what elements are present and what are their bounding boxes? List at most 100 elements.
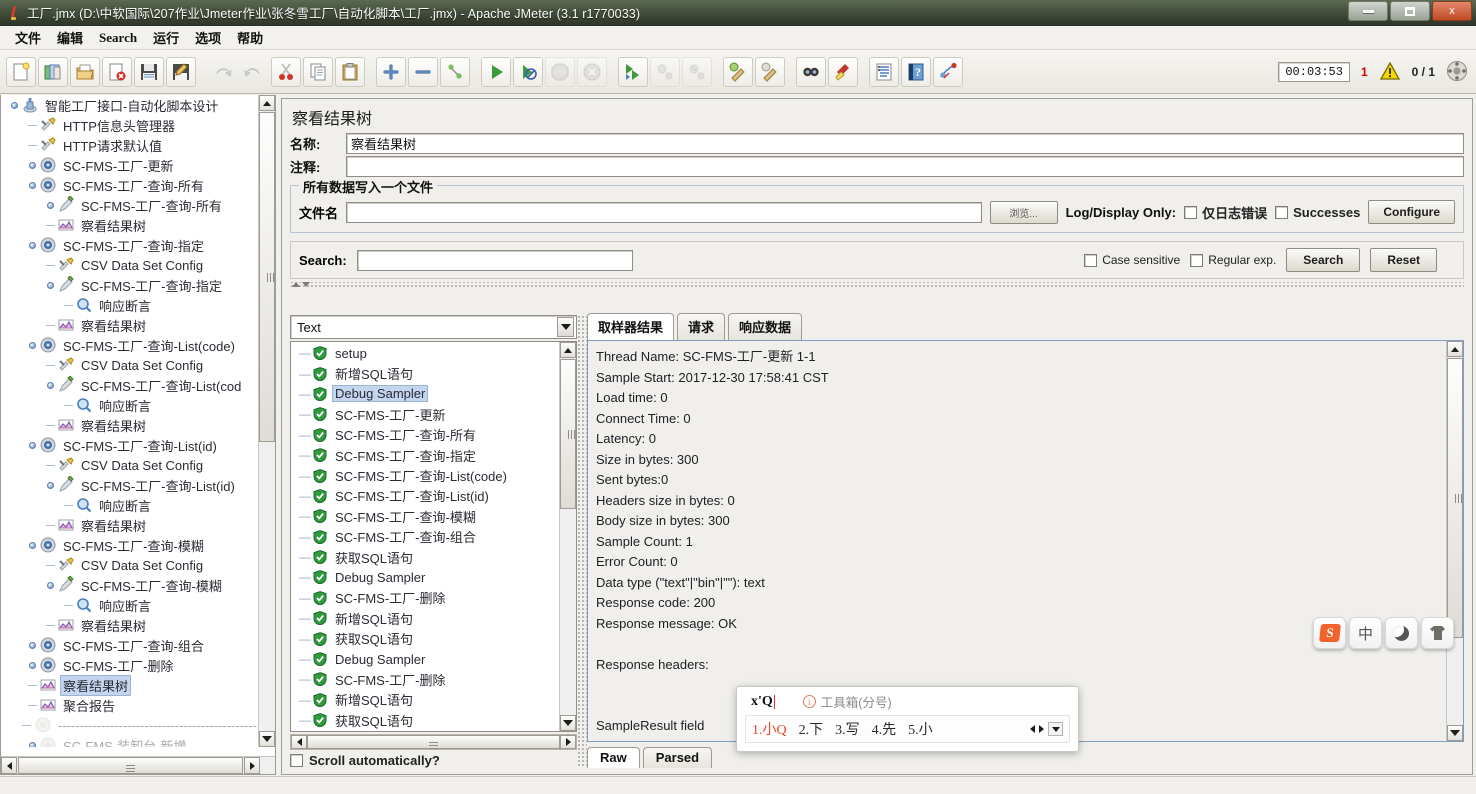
reset-button[interactable]: Reset <box>1370 248 1437 272</box>
result-list-item[interactable]: — SC-FMS-工厂-查询-模糊 <box>291 506 558 526</box>
test-plan-tree[interactable]: 智能工厂接口-自动化脚本设计 HTTP信息头管理器 HTTP请求默认值 SC-FMS-… <box>1 95 260 747</box>
tree-node[interactable]: 察看结果树 <box>1 415 260 435</box>
result-list-item[interactable]: — SC-FMS-工厂-删除 <box>291 588 558 608</box>
sample-result-list[interactable]: — setup — 新增SQL语句 — Debug Sampler — SC-FMS-工厂-更… <box>290 341 577 732</box>
ime-candidate-popup[interactable]: x'Q i 工具箱(分号) 1.小Q 2.下 3.写 4.先 5.小 <box>736 686 1079 752</box>
tree-toggle-handle[interactable] <box>25 435 39 455</box>
menu-run[interactable]: 运行 <box>145 26 187 49</box>
expand-icon[interactable] <box>376 56 406 87</box>
tree-node[interactable]: HTTP请求默认值 <box>1 135 260 155</box>
result-list-item[interactable]: — SC-FMS-工厂-查询-指定 <box>291 445 558 465</box>
ime-more-icon[interactable] <box>1048 722 1063 736</box>
help-icon[interactable]: ? <box>901 56 931 87</box>
paste-icon[interactable] <box>335 56 365 87</box>
tree-toggle-handle[interactable] <box>43 375 57 395</box>
tree-node[interactable]: SC-FMS-工厂-查询-指定 <box>1 235 260 255</box>
result-list-item[interactable]: — 获取SQL语句 <box>291 628 558 648</box>
vertical-splitter[interactable] <box>577 315 587 768</box>
minimize-button[interactable] <box>1348 1 1388 21</box>
menu-edit[interactable]: 编辑 <box>49 26 91 49</box>
tree-toggle-handle[interactable] <box>25 735 39 747</box>
search-reset-icon[interactable] <box>828 56 858 87</box>
result-list-item[interactable]: — Debug Sampler <box>291 649 558 669</box>
cut-icon[interactable] <box>271 56 301 87</box>
detail-vertical-scrollbar[interactable] <box>1446 341 1463 741</box>
tree-node[interactable]: SC-FMS-装卸台-新增 <box>1 735 260 747</box>
tree-node[interactable]: CSV Data Set Config <box>1 255 260 275</box>
results-hscroll-right-button[interactable] <box>560 735 576 749</box>
tree-horizontal-scrollbar[interactable] <box>1 756 275 774</box>
tree-node[interactable]: 察看结果树 <box>1 215 260 235</box>
tree-node[interactable]: SC-FMS-工厂-查询-所有 <box>1 195 260 215</box>
filename-input[interactable] <box>346 201 982 223</box>
name-input[interactable] <box>346 133 1464 154</box>
tree-toggle-handle[interactable] <box>25 155 39 175</box>
tree-node[interactable]: 智能工厂接口-自动化脚本设计 <box>1 95 260 115</box>
result-list-item[interactable]: — 获取SQL语句 <box>291 710 558 730</box>
results-horizontal-scrollbar[interactable] <box>290 734 577 750</box>
scroll-automatically-wrap[interactable]: Scroll automatically? <box>290 753 577 768</box>
browse-button[interactable]: 浏览... <box>989 200 1058 224</box>
collapse-icon[interactable] <box>408 56 438 87</box>
close-icon[interactable] <box>102 56 132 87</box>
ime-candidate-list[interactable]: 1.小Q 2.下 3.写 4.先 5.小 <box>745 715 1070 743</box>
menu-help[interactable]: 帮助 <box>229 26 271 49</box>
results-scroll-thumb[interactable] <box>560 359 576 509</box>
menu-file[interactable]: 文件 <box>7 26 49 49</box>
tree-node[interactable]: 响应断言 <box>1 395 260 415</box>
redo-icon[interactable] <box>239 57 269 87</box>
ime-candidate-4[interactable]: 4.先 <box>872 719 897 739</box>
thread-icon[interactable] <box>933 56 963 87</box>
detail-scroll-thumb[interactable] <box>1447 358 1463 638</box>
sogou-logo-icon[interactable]: S <box>1313 617 1346 649</box>
case-sensitive-checkbox[interactable] <box>1084 253 1098 267</box>
case-sensitive-wrap[interactable]: Case sensitive <box>1084 253 1180 267</box>
tree-node[interactable]: 聚合报告 <box>1 695 260 715</box>
tree-vertical-scrollbar[interactable] <box>258 95 275 747</box>
close-button[interactable]: x <box>1432 1 1472 21</box>
ime-candidate-1[interactable]: 1.小Q <box>752 719 787 739</box>
menu-search[interactable]: Search <box>91 28 145 48</box>
save-as-icon[interactable] <box>166 56 196 87</box>
result-list-item[interactable]: — setup <box>291 343 558 363</box>
tree-toggle-handle[interactable] <box>25 235 39 255</box>
tree-node[interactable]: SC-FMS-工厂-更新 <box>1 155 260 175</box>
tree-node[interactable]: SC-FMS-工厂-查询-组合 <box>1 635 260 655</box>
results-scroll-down-button[interactable] <box>560 715 576 731</box>
ime-page-nav[interactable] <box>1030 722 1063 736</box>
skin-icon[interactable] <box>1421 617 1454 649</box>
tab-parsed[interactable]: Parsed <box>642 747 713 768</box>
result-list-item[interactable]: — SC-FMS-工厂-查询-组合 <box>291 527 558 547</box>
ime-candidate-5[interactable]: 5.小 <box>908 719 933 739</box>
tree-toggle-handle[interactable] <box>25 175 39 195</box>
results-hscroll-thumb[interactable] <box>307 735 560 749</box>
result-list-item[interactable]: — SC-FMS-工厂-查询-List(code) <box>291 465 558 485</box>
search-icon[interactable] <box>796 56 826 87</box>
tree-hscroll-thumb[interactable] <box>18 757 243 774</box>
result-list-item[interactable]: — Debug Sampler <box>291 384 558 404</box>
result-list-item[interactable]: — 新增SQL语句 <box>291 608 558 628</box>
tree-toggle-handle[interactable] <box>43 195 57 215</box>
tree-node[interactable]: 响应断言 <box>1 295 260 315</box>
tree-node[interactable]: CSV Data Set Config <box>1 555 260 575</box>
function-helper-icon[interactable] <box>869 56 899 87</box>
tree-toggle-handle[interactable] <box>25 655 39 675</box>
tree-toggle-handle[interactable] <box>25 535 39 555</box>
clear-all-icon[interactable] <box>755 56 785 87</box>
result-list-item[interactable]: — SC-FMS-工厂-查询-所有 <box>291 425 558 445</box>
sogou-ime-toolbar[interactable]: S 中 <box>1313 617 1454 649</box>
save-icon[interactable] <box>134 56 164 87</box>
results-hscroll-left-button[interactable] <box>291 735 307 749</box>
tree-node[interactable]: ----------------------------------------… <box>1 715 260 735</box>
detail-scroll-down-button[interactable] <box>1447 725 1463 741</box>
tree-scroll-right-button[interactable] <box>244 757 260 774</box>
tree-node[interactable]: SC-FMS-工厂-查询-List(cod <box>1 375 260 395</box>
tree-node[interactable]: 察看结果树 <box>1 615 260 635</box>
undo-icon[interactable] <box>207 57 237 87</box>
copy-icon[interactable] <box>303 56 333 87</box>
ime-next-page-icon[interactable] <box>1039 725 1044 733</box>
shutdown-remote-icon[interactable] <box>682 56 712 87</box>
errors-only-checkbox[interactable] <box>1184 205 1198 219</box>
chevron-down-icon[interactable] <box>557 317 574 337</box>
stop-icon[interactable]: STOP <box>545 56 575 87</box>
